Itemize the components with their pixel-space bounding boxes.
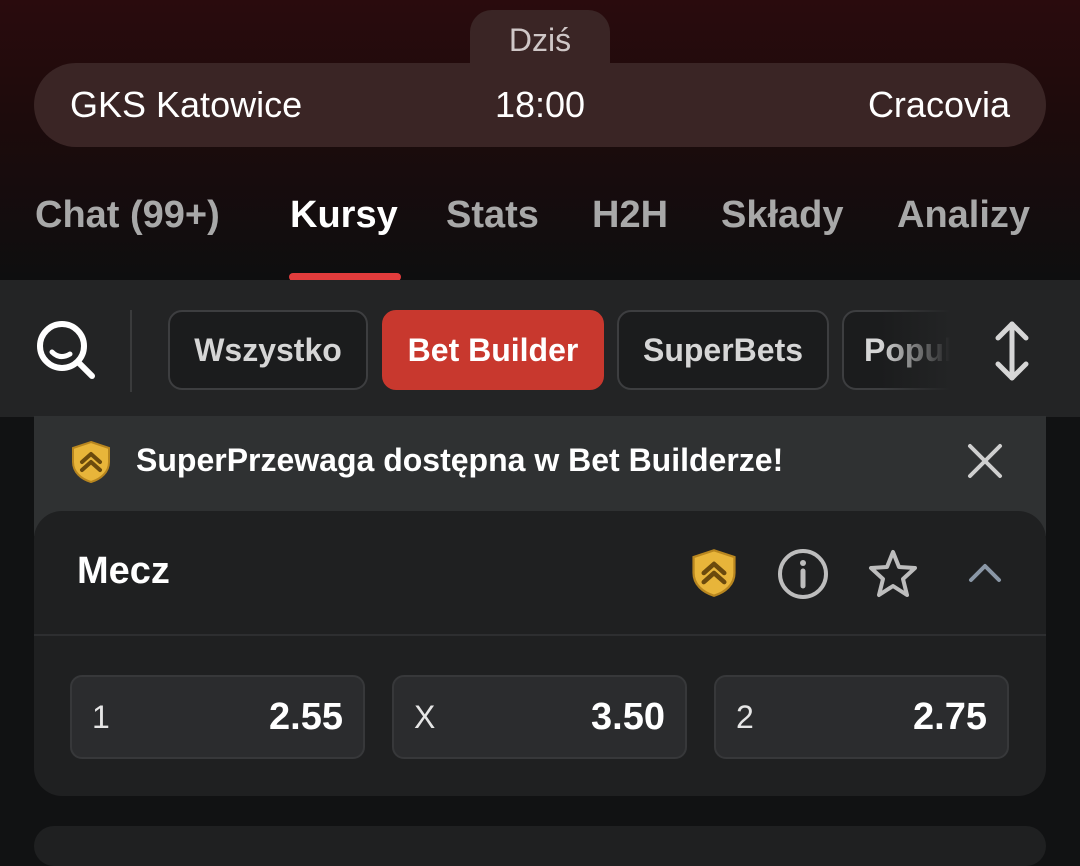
close-icon: [968, 444, 1002, 478]
super-advantage-shield-icon: [72, 440, 110, 484]
market-divider: [34, 634, 1046, 636]
away-team: Cracovia: [867, 84, 1010, 125]
filter-chips: Wszystko Bet Builder SuperBets Popularne: [166, 308, 950, 392]
match-tabs: Chat (99+) Kursy Stats H2H Składy Analiz…: [0, 180, 1080, 280]
odds-button-away[interactable]: 2 2.75: [714, 675, 1009, 759]
sort-button[interactable]: [990, 318, 1034, 384]
chips-fade: [880, 308, 950, 392]
star-icon: [869, 550, 917, 597]
banner-close-button[interactable]: [964, 440, 1006, 482]
day-label: Dziś: [470, 10, 610, 70]
search-icon: [37, 321, 95, 379]
odds-label: 1: [92, 698, 110, 735]
search-button[interactable]: [32, 316, 102, 386]
info-icon: [778, 549, 828, 599]
chip-all[interactable]: Wszystko: [168, 310, 368, 390]
banner-text: SuperPrzewaga dostępna w Bet Builderze!: [136, 442, 784, 478]
match-bar[interactable]: GKS Katowice 18:00 Cracovia: [34, 63, 1046, 147]
market-title[interactable]: Mecz: [77, 550, 170, 593]
odds-button-draw[interactable]: X 3.50: [392, 675, 687, 759]
sort-arrows-icon: [995, 321, 1029, 381]
filter-divider: [130, 310, 132, 392]
tab-lineups[interactable]: Składy: [721, 194, 844, 237]
home-team: GKS Katowice: [70, 84, 303, 125]
tab-analyses[interactable]: Analizy: [897, 194, 1030, 237]
market-favorite-button[interactable]: [866, 548, 920, 605]
odds-button-home[interactable]: 1 2.55: [70, 675, 365, 759]
market-shield[interactable]: [690, 548, 738, 603]
odds-value: 3.50: [591, 695, 665, 738]
tab-odds[interactable]: Kursy: [290, 194, 398, 237]
market-collapse-button[interactable]: [966, 560, 1004, 591]
market-info-button[interactable]: [777, 548, 829, 605]
odds-label: 2: [736, 698, 754, 735]
chip-bet-builder[interactable]: Bet Builder: [382, 310, 604, 390]
odds-value: 2.55: [269, 695, 343, 738]
next-market-card: [34, 826, 1046, 866]
odds-value: 2.75: [913, 695, 987, 738]
odds-label: X: [414, 698, 436, 735]
tab-h2h[interactable]: H2H: [592, 194, 668, 237]
tab-stats[interactable]: Stats: [446, 194, 539, 237]
chip-superbets[interactable]: SuperBets: [617, 310, 829, 390]
tab-chat[interactable]: Chat (99+): [35, 194, 220, 237]
banner-shield: [70, 440, 112, 484]
chevron-up-icon: [969, 564, 1001, 582]
super-advantage-shield-icon: [692, 549, 736, 597]
